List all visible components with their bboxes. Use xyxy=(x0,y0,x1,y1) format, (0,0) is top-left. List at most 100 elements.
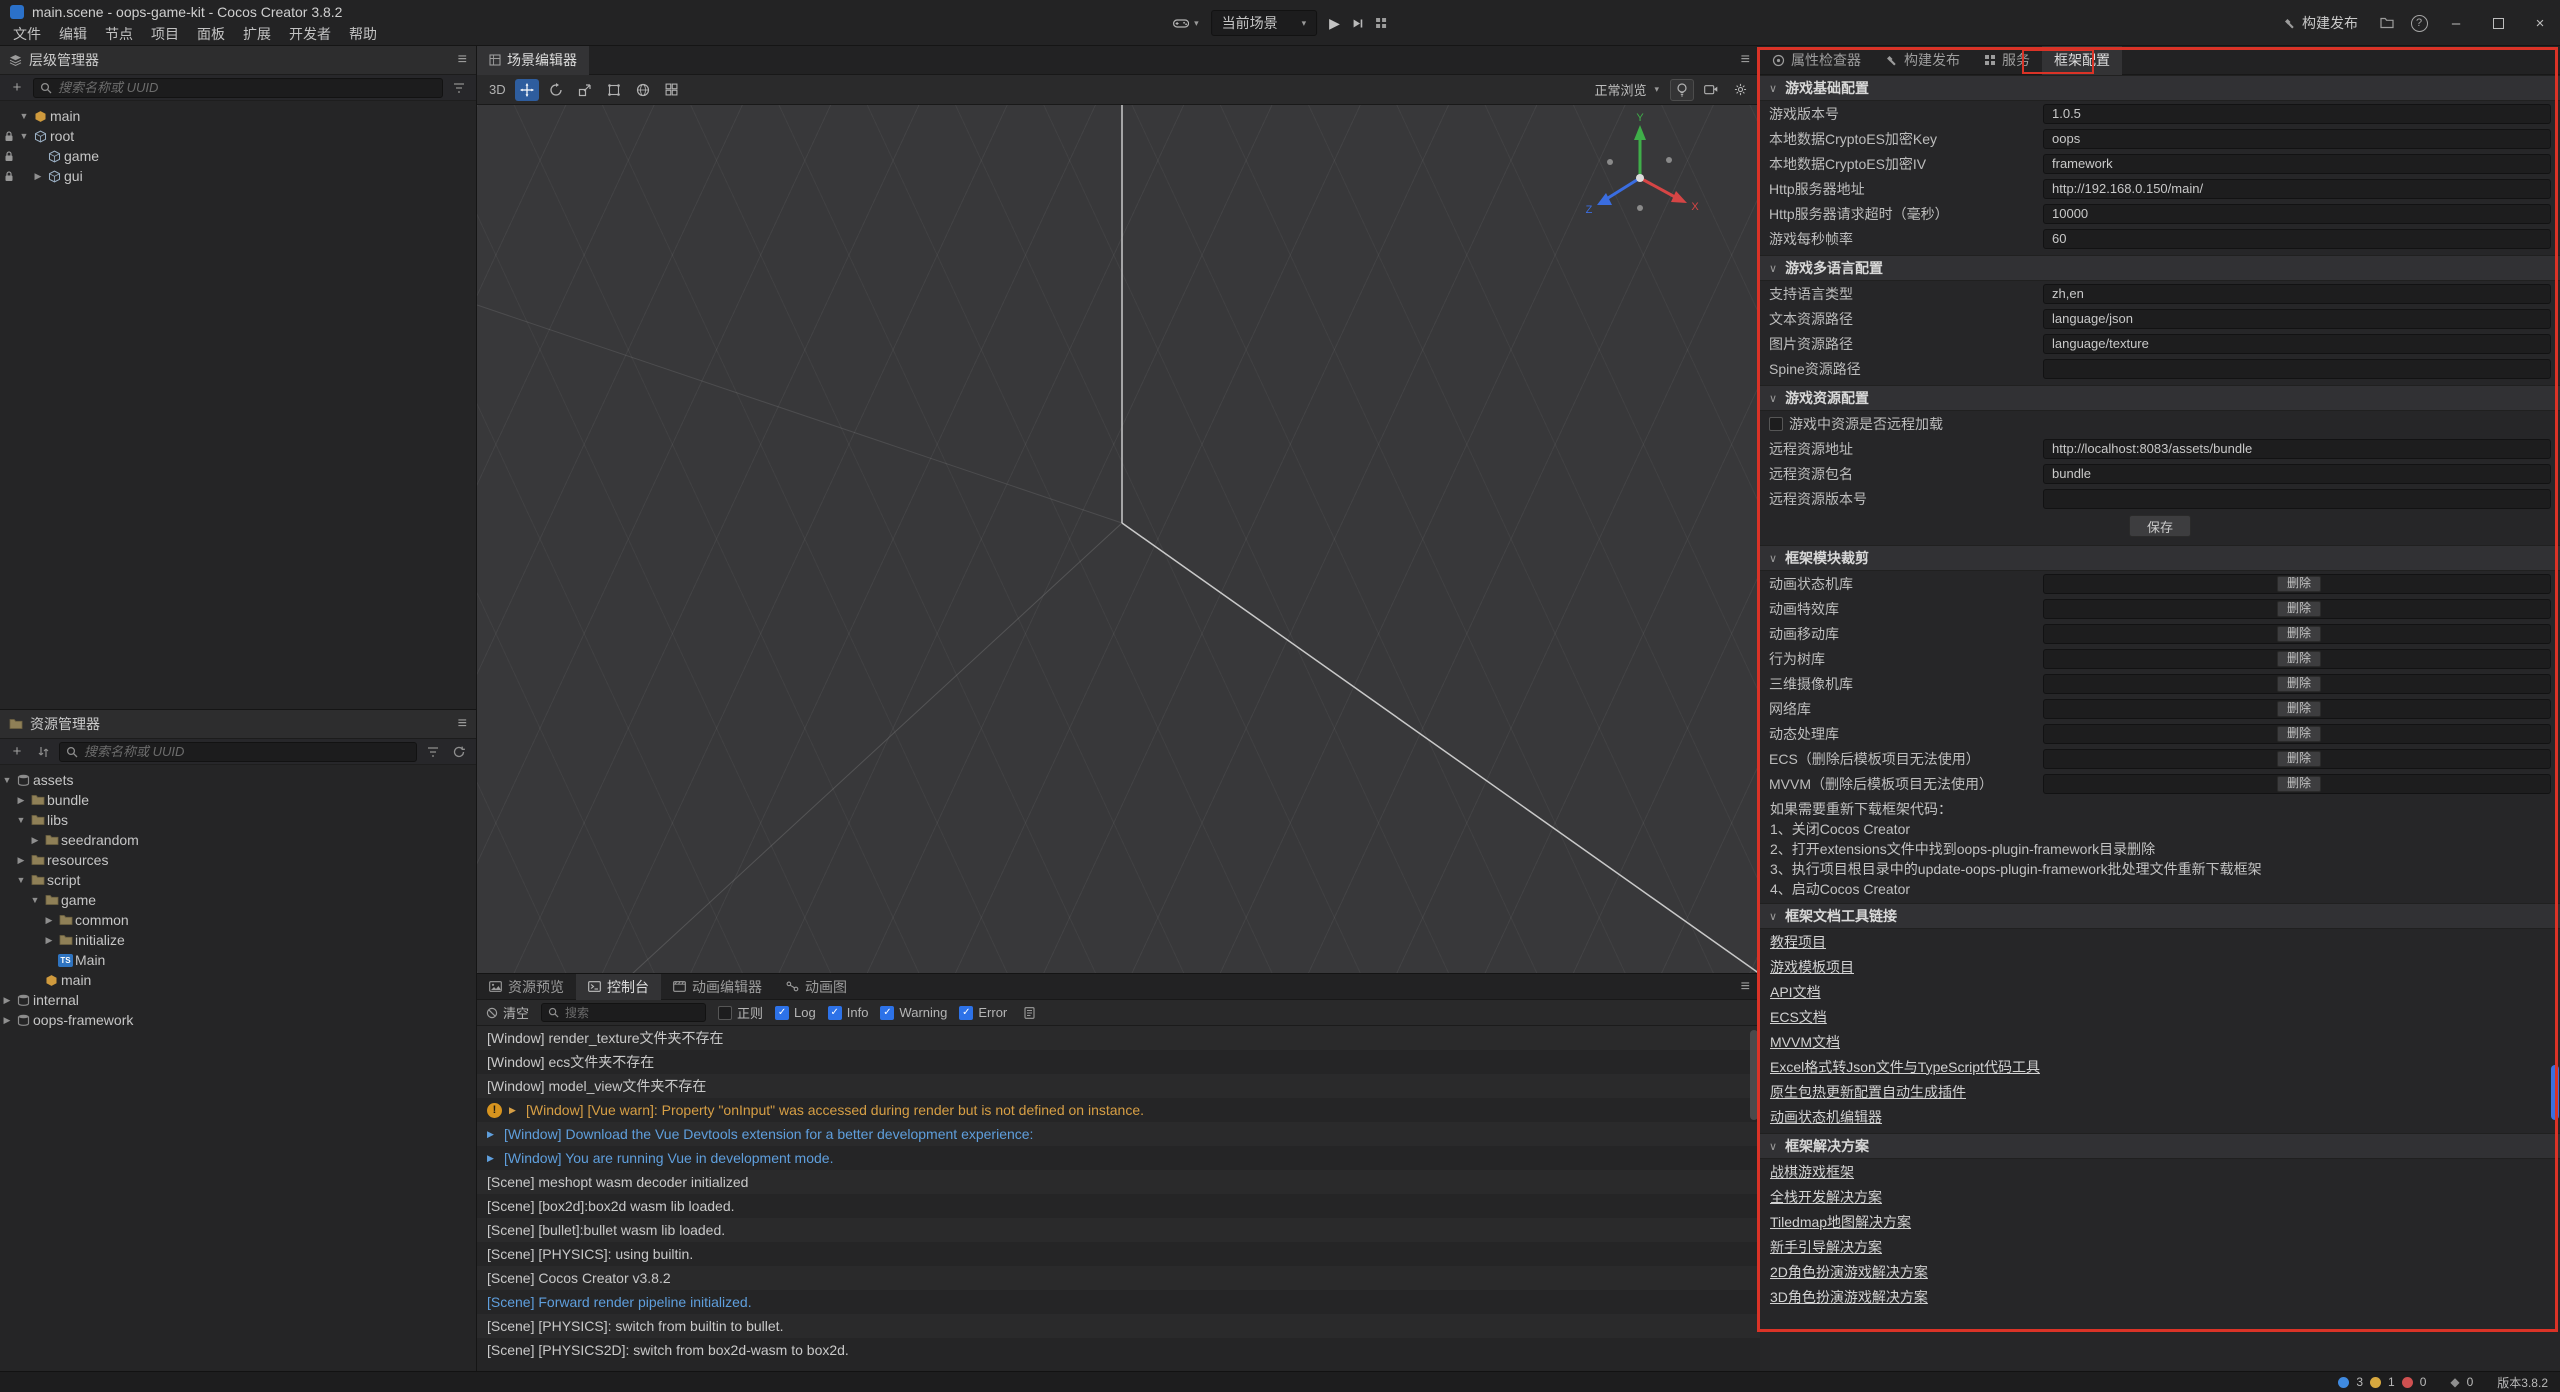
solution-link[interactable]: 新手引导解决方案 xyxy=(1770,1237,1882,1257)
play-button[interactable]: ▶ xyxy=(1329,15,1340,32)
info-count[interactable]: 3 xyxy=(2356,1375,2363,1389)
expander-icon[interactable]: ▶ xyxy=(14,855,28,866)
section-res[interactable]: ∨游戏资源配置 xyxy=(1760,385,2560,411)
tab-scene-editor[interactable]: 场景编辑器 xyxy=(477,46,589,75)
log-row[interactable]: [Scene] [PHYSICS]: switch from builtin t… xyxy=(477,1314,1760,1338)
preview-device-button[interactable]: ▾ xyxy=(1173,18,1199,29)
asset-node-resources[interactable]: ▶ resources xyxy=(0,850,476,870)
lock-icon[interactable] xyxy=(0,131,17,142)
asset-node-main[interactable]: main xyxy=(0,970,476,990)
config-input[interactable] xyxy=(2043,284,2551,304)
log-row[interactable]: [Scene] Cocos Creator v3.8.2 xyxy=(477,1266,1760,1290)
step-button[interactable] xyxy=(1352,18,1363,29)
config-input[interactable] xyxy=(2043,359,2551,379)
warning-count[interactable]: 1 xyxy=(2388,1375,2395,1389)
minimize-button[interactable]: – xyxy=(2436,0,2476,46)
doc-link[interactable]: ECS文档 xyxy=(1770,1007,1827,1027)
log-row[interactable]: [Scene] [PHYSICS]: using builtin. xyxy=(477,1242,1760,1266)
console-search-box[interactable] xyxy=(541,1003,706,1022)
panel-menu-icon[interactable]: ≡ xyxy=(458,51,467,69)
expander-icon[interactable]: ▼ xyxy=(17,111,31,121)
asset-node-common[interactable]: ▶ common xyxy=(0,910,476,930)
build-publish-button[interactable]: 构建发布 xyxy=(2271,0,2370,46)
hierarchy-node-game[interactable]: game xyxy=(0,146,476,166)
expander-icon[interactable]: ▼ xyxy=(14,815,28,825)
asset-node-initialize[interactable]: ▶ initialize xyxy=(0,930,476,950)
scene-settings-button[interactable] xyxy=(1728,79,1752,101)
log-row[interactable]: [Window] ecs文件夹不存在 xyxy=(477,1050,1760,1074)
expander-icon[interactable]: ▶ xyxy=(0,995,14,1006)
open-project-folder-button[interactable] xyxy=(2372,0,2402,46)
log-row[interactable]: ▶[Window] You are running Vue in develop… xyxy=(477,1146,1760,1170)
log-row[interactable]: [Scene] meshopt wasm decoder initialized xyxy=(477,1170,1760,1194)
doc-link[interactable]: MVVM文档 xyxy=(1770,1032,1840,1052)
log-row[interactable]: [Scene] [bullet]:bullet wasm lib loaded. xyxy=(477,1218,1760,1242)
expander-icon[interactable]: ▶ xyxy=(42,935,56,946)
view-mode-dropdown[interactable]: 正常浏览 ▾ xyxy=(1588,80,1665,99)
clear-console-button[interactable]: 清空 xyxy=(486,1003,529,1022)
filter-error-checkbox[interactable]: ✓Error xyxy=(959,1005,1007,1020)
config-input[interactable] xyxy=(2043,129,2551,149)
delete-module-button[interactable]: 删除 xyxy=(2277,701,2321,717)
create-node-button[interactable]: + xyxy=(7,78,27,98)
panel-menu-icon[interactable]: ≡ xyxy=(458,715,467,733)
expander-icon[interactable]: ▼ xyxy=(28,895,42,905)
lock-icon[interactable] xyxy=(0,171,17,182)
config-input[interactable] xyxy=(2043,229,2551,249)
layout-button[interactable] xyxy=(1375,17,1387,29)
regex-checkbox[interactable]: 正则 xyxy=(718,1003,763,1022)
asset-node-script[interactable]: ▼ script xyxy=(0,870,476,890)
delete-module-button[interactable]: 删除 xyxy=(2277,676,2321,692)
solution-link[interactable]: 战棋游戏框架 xyxy=(1770,1162,1854,1182)
filter-info-checkbox[interactable]: ✓Info xyxy=(828,1005,869,1020)
tab-build[interactable]: 构建发布 xyxy=(1873,46,1972,75)
log-row[interactable]: ▶[Window] Download the Vue Devtools exte… xyxy=(477,1122,1760,1146)
delete-module-button[interactable]: 删除 xyxy=(2277,576,2321,592)
rect-tool-button[interactable] xyxy=(602,79,626,101)
hierarchy-node-root[interactable]: ▼ root xyxy=(0,126,476,146)
hierarchy-node-main[interactable]: ▼ main xyxy=(0,106,476,126)
config-input[interactable] xyxy=(2043,179,2551,199)
filter-log-checkbox[interactable]: ✓Log xyxy=(775,1005,816,1020)
inspector-scrollbar[interactable] xyxy=(2551,1065,2559,1120)
expander-icon[interactable]: ▶ xyxy=(42,915,56,926)
log-row[interactable]: [Window] model_view文件夹不存在 xyxy=(477,1074,1760,1098)
doc-link[interactable]: Excel格式转Json文件与TypeScript代码工具 xyxy=(1770,1057,2040,1077)
tab-asset-preview[interactable]: 资源预览 xyxy=(477,974,576,1000)
hierarchy-search-input[interactable] xyxy=(58,80,436,95)
expander-icon[interactable]: ▶ xyxy=(0,1015,14,1026)
asset-node-bundle[interactable]: ▶ bundle xyxy=(0,790,476,810)
sort-assets-icon[interactable] xyxy=(33,742,53,762)
delete-module-button[interactable]: 删除 xyxy=(2277,751,2321,767)
move-tool-button[interactable] xyxy=(515,79,539,101)
help-button[interactable]: ? xyxy=(2404,0,2434,46)
delete-module-button[interactable]: 删除 xyxy=(2277,776,2321,792)
tab-animation-editor[interactable]: 动画编辑器 xyxy=(661,974,774,1000)
expander-icon[interactable]: ▶ xyxy=(31,171,45,182)
asset-node-Main[interactable]: TS Main xyxy=(0,950,476,970)
section-basic[interactable]: ∨游戏基础配置 xyxy=(1760,75,2560,101)
create-asset-button[interactable]: + xyxy=(7,742,27,762)
menu-node[interactable]: 节点 xyxy=(96,24,142,45)
section-lang[interactable]: ∨游戏多语言配置 xyxy=(1760,255,2560,281)
remote-load-checkbox[interactable] xyxy=(1769,417,1783,431)
asset-node-oops-framework[interactable]: ▶ oops-framework xyxy=(0,1010,476,1030)
section-solutions[interactable]: ∨框架解决方案 xyxy=(1760,1133,2560,1159)
info-count-icon[interactable] xyxy=(2338,1377,2349,1388)
rotate-tool-button[interactable] xyxy=(544,79,568,101)
projection-3d-button[interactable]: 3D xyxy=(485,79,510,101)
delete-module-button[interactable]: 删除 xyxy=(2277,726,2321,742)
expander-icon[interactable]: ▼ xyxy=(17,131,31,141)
panel-menu-icon[interactable]: ≡ xyxy=(1741,51,1760,69)
scene-selector-dropdown[interactable]: 当前场景 ▾ xyxy=(1211,10,1318,36)
config-input[interactable] xyxy=(2043,309,2551,329)
expander-icon[interactable]: ▶ xyxy=(487,1153,497,1164)
save-button[interactable]: 保存 xyxy=(2129,515,2191,537)
config-input[interactable] xyxy=(2043,464,2551,484)
menu-extension[interactable]: 扩展 xyxy=(234,24,280,45)
config-input[interactable] xyxy=(2043,154,2551,174)
menu-help[interactable]: 帮助 xyxy=(340,24,386,45)
log-row[interactable]: [Window] render_texture文件夹不存在 xyxy=(477,1026,1760,1050)
menu-file[interactable]: 文件 xyxy=(4,24,50,45)
console-search-input[interactable] xyxy=(565,1006,699,1020)
